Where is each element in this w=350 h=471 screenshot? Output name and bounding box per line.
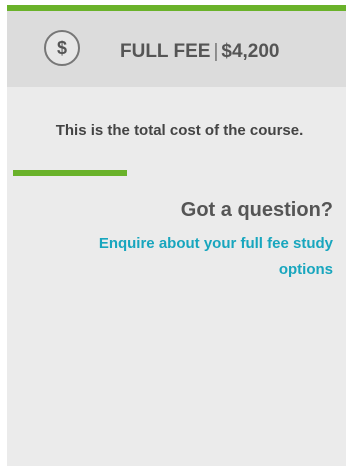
full-fee-card: $ FULL FEE | $4,200 This is the total cost… [7,5,346,466]
fee-amount: $4,200 [221,41,280,62]
question-heading: Got a question? [180,199,333,221]
fee-header: $ FULL FEE | $4,200 [7,11,346,87]
fee-description: This is the total cost of the course. [55,122,304,139]
enquire-link[interactable]: Enquire about your full fee study option… [93,231,333,283]
dollar-icon: $ [44,30,80,66]
fee-title: FULL FEE | $4,200 [120,41,280,63]
fee-type-label: FULL FEE [120,41,211,62]
accent-divider [13,170,127,176]
fee-separator: | [213,41,219,62]
